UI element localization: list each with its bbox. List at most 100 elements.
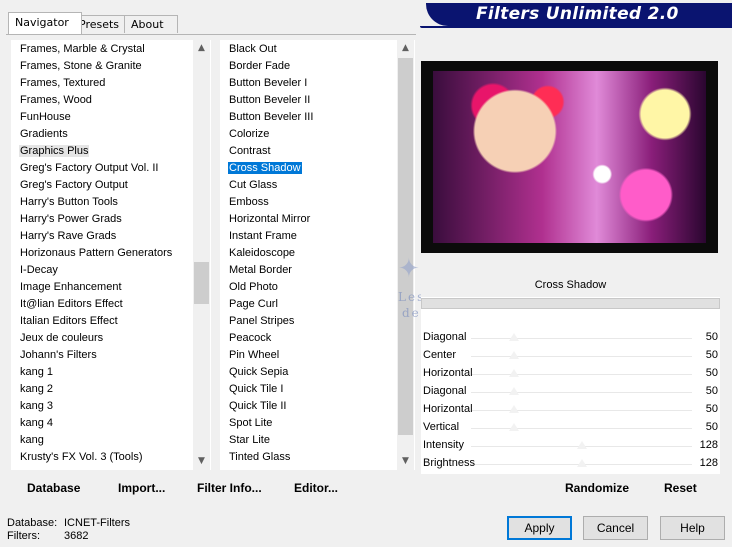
- filter-item[interactable]: Quick Tile I: [220, 381, 314, 398]
- category-item[interactable]: Gradients: [11, 126, 173, 143]
- tab-navigator[interactable]: Navigator: [8, 12, 82, 34]
- category-item[interactable]: Frames, Stone & Granite: [11, 58, 173, 75]
- filter-item[interactable]: Cross Shadow: [220, 160, 314, 177]
- randomize-button[interactable]: Randomize: [565, 481, 629, 495]
- param-slider-knob[interactable]: [509, 333, 520, 341]
- scroll-thumb[interactable]: [194, 262, 209, 304]
- filter-item[interactable]: Tinted Glass: [220, 449, 314, 466]
- filter-item[interactable]: Button Beveler III: [220, 109, 314, 126]
- reset-button[interactable]: Reset: [664, 481, 697, 495]
- param-slider-knob[interactable]: [509, 351, 520, 359]
- filter-item[interactable]: Border Fade: [220, 58, 314, 75]
- param-slider-track[interactable]: [471, 356, 692, 357]
- param-slider-knob[interactable]: [509, 405, 520, 413]
- scroll-down-icon[interactable]: ▼: [193, 453, 210, 470]
- filter-item[interactable]: Instant Frame: [220, 228, 314, 245]
- editor-button[interactable]: Editor...: [294, 481, 338, 495]
- filter-item[interactable]: Spot Lite: [220, 415, 314, 432]
- filter-item-label: Spot Lite: [229, 417, 273, 429]
- filter-item[interactable]: Button Beveler II: [220, 92, 314, 109]
- filter-item[interactable]: Panel Stripes: [220, 313, 314, 330]
- filter-item[interactable]: Button Beveler I: [220, 75, 314, 92]
- filter-item[interactable]: Kaleidoscope: [220, 245, 314, 262]
- category-item[interactable]: I-Decay: [11, 262, 173, 279]
- filter-item[interactable]: Cut Glass: [220, 177, 314, 194]
- param-slider-row[interactable]: Intensity 128: [421, 437, 720, 455]
- category-item[interactable]: Greg's Factory Output: [11, 177, 173, 194]
- category-item[interactable]: kang 3: [11, 398, 173, 415]
- category-item[interactable]: FunHouse: [11, 109, 173, 126]
- category-list[interactable]: Frames, Marble & Crystal Frames, Stone & …: [11, 40, 211, 470]
- category-item[interactable]: Greg's Factory Output Vol. II: [11, 160, 173, 177]
- category-item[interactable]: Jeux de couleurs: [11, 330, 173, 347]
- param-slider-knob[interactable]: [509, 423, 520, 431]
- category-item[interactable]: kang: [11, 432, 173, 449]
- category-item[interactable]: kang 1: [11, 364, 173, 381]
- filter-item[interactable]: Star Lite: [220, 432, 314, 449]
- scroll-down-icon[interactable]: ▼: [397, 453, 414, 470]
- category-item[interactable]: Frames, Wood: [11, 92, 173, 109]
- filter-item-label: Panel Stripes: [229, 315, 295, 327]
- database-button[interactable]: Database: [27, 481, 80, 495]
- filters-count-label: Filters:: [7, 530, 40, 542]
- param-slider-row[interactable]: Horizontal 50: [421, 365, 720, 383]
- category-item[interactable]: It@lian Editors Effect: [11, 296, 173, 313]
- filter-item[interactable]: Contrast: [220, 143, 314, 160]
- scroll-up-icon[interactable]: ▲: [397, 40, 414, 57]
- category-item-label: Frames, Stone & Granite: [20, 60, 142, 72]
- param-slider-knob[interactable]: [509, 387, 520, 395]
- category-item[interactable]: Frames, Marble & Crystal: [11, 41, 173, 58]
- category-item[interactable]: kang 4: [11, 415, 173, 432]
- param-slider-row[interactable]: Diagonal 50: [421, 383, 720, 401]
- filter-list[interactable]: Black Out Border Fade Button Beveler I Butt…: [220, 40, 415, 470]
- param-slider-track[interactable]: [471, 338, 692, 339]
- param-slider-knob[interactable]: [576, 441, 587, 449]
- param-slider-row[interactable]: Brightness 128: [421, 455, 720, 473]
- param-slider-knob[interactable]: [576, 459, 587, 467]
- category-item[interactable]: Frames, Textured: [11, 75, 173, 92]
- category-scrollbar[interactable]: ▲ ▼: [193, 40, 210, 470]
- import-button[interactable]: Import...: [118, 481, 165, 495]
- help-button[interactable]: Help: [660, 516, 725, 540]
- filter-item[interactable]: Horizontal Mirror: [220, 211, 314, 228]
- scroll-thumb[interactable]: [398, 58, 413, 435]
- category-item[interactable]: Johann's Filters: [11, 347, 173, 364]
- category-item-label: I-Decay: [20, 264, 58, 276]
- filter-item[interactable]: Page Curl: [220, 296, 314, 313]
- filter-item[interactable]: Old Photo: [220, 279, 314, 296]
- param-slider-track[interactable]: [471, 410, 692, 411]
- param-slider-row[interactable]: Diagonal 50: [421, 329, 720, 347]
- filter-item[interactable]: Emboss: [220, 194, 314, 211]
- category-item[interactable]: kang 2: [11, 381, 173, 398]
- param-slider-track[interactable]: [471, 392, 692, 393]
- category-item[interactable]: Krusty's FX Vol. 3 (Tools): [11, 449, 173, 466]
- param-slider-row[interactable]: Vertical 50: [421, 419, 720, 437]
- filter-item[interactable]: Colorize: [220, 126, 314, 143]
- filter-item[interactable]: Peacock: [220, 330, 314, 347]
- scroll-up-icon[interactable]: ▲: [193, 40, 210, 57]
- param-value: 50: [705, 385, 718, 397]
- category-item[interactable]: Horizonaus Pattern Generators: [11, 245, 173, 262]
- category-item[interactable]: Graphics Plus: [11, 143, 173, 160]
- category-item[interactable]: Italian Editors Effect: [11, 313, 173, 330]
- cancel-button[interactable]: Cancel: [583, 516, 648, 540]
- category-item[interactable]: Harry's Rave Grads: [11, 228, 173, 245]
- filter-item[interactable]: Pin Wheel: [220, 347, 314, 364]
- filter-info-button[interactable]: Filter Info...: [197, 481, 262, 495]
- tab-about[interactable]: About: [124, 15, 178, 33]
- filter-item[interactable]: Metal Border: [220, 262, 314, 279]
- filter-item[interactable]: Quick Tile II: [220, 398, 314, 415]
- param-slider-row[interactable]: Center 50: [421, 347, 720, 365]
- filter-item[interactable]: Quick Sepia: [220, 364, 314, 381]
- param-slider-row[interactable]: Horizontal 50: [421, 401, 720, 419]
- navigator-button-bar: Database Import... Filter Info... Editor…: [11, 478, 415, 498]
- param-slider-knob[interactable]: [509, 369, 520, 377]
- param-slider-track[interactable]: [471, 374, 692, 375]
- param-slider-track[interactable]: [471, 428, 692, 429]
- category-item-label: Krusty's FX Vol. 3 (Tools): [20, 451, 143, 463]
- apply-button[interactable]: Apply: [507, 516, 572, 540]
- category-item[interactable]: Harry's Button Tools: [11, 194, 173, 211]
- category-item[interactable]: Image Enhancement: [11, 279, 173, 296]
- category-item[interactable]: Harry's Power Grads: [11, 211, 173, 228]
- filter-item[interactable]: Black Out: [220, 41, 314, 58]
